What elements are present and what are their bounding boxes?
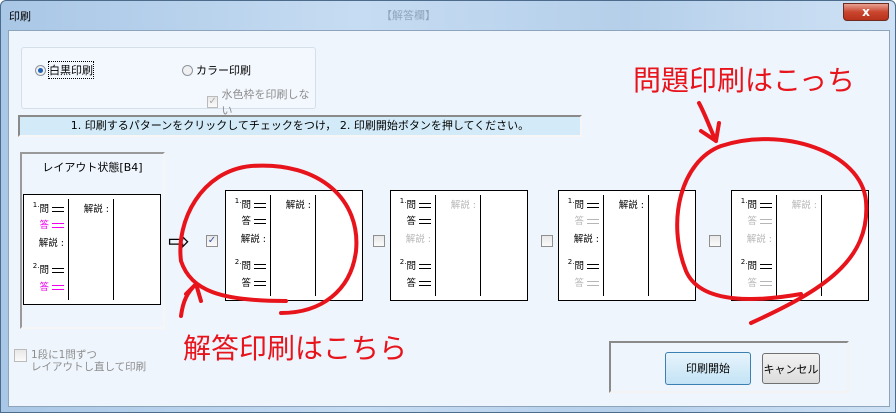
q1-answer: 答 [241, 213, 266, 227]
pattern-2-diagram[interactable]: 1.問答解説 :2.問答解説 : [390, 190, 528, 301]
q2-answer: 答 [406, 275, 431, 289]
mono-print-label: 白黒印刷 [48, 61, 94, 79]
q1-question: 1.問 [235, 197, 266, 211]
current-layout-title: レイアウト状態[B4] [42, 161, 143, 174]
radio-icon [182, 64, 193, 76]
color-print-label: カラー印刷 [196, 64, 251, 77]
q2-question: 2.問 [33, 262, 64, 276]
q2-question: 2.問 [568, 258, 599, 272]
relayout-label-2: レイアウトし直して印刷 [31, 361, 147, 373]
pattern-4-diagram[interactable]: 1.問答解説 :2.問答解説 : [731, 190, 869, 301]
explanation-column: 解説 : [618, 200, 644, 211]
arrow-right-icon: ⇨ [168, 227, 190, 257]
q2-answer: 答 [241, 275, 266, 289]
color-print-radio[interactable]: カラー印刷 [182, 62, 251, 78]
q2-answer: 答 [747, 275, 772, 289]
pattern-2-checkbox[interactable] [373, 235, 385, 247]
q2-answer: 答 [574, 275, 599, 289]
q1-explanation: 解説 : [573, 234, 599, 245]
q2-question: 2.問 [400, 258, 431, 272]
instruction-bar: 1. 印刷するパターンをクリックしてチェックをつけ， 2. 印刷開始ボタンを押し… [18, 115, 582, 137]
q1-question: 1.問 [568, 197, 599, 211]
q2-question: 2.問 [235, 258, 266, 272]
current-layout-panel: レイアウト状態[B4] 1.問答解説 :2.問答解説 : [20, 152, 165, 329]
explanation-column: 解説 : [450, 200, 476, 211]
current-layout-diagram: 1.問答解説 :2.問答解説 : [23, 194, 161, 305]
q1-question: 1.問 [33, 201, 64, 215]
radio-selected-icon [35, 64, 46, 76]
checkbox-icon [14, 349, 27, 362]
relayout-checkbox[interactable]: 1段に1問ずつ レイアウトし直して印刷 [14, 349, 146, 373]
explanation-column: 解説 : [285, 200, 311, 211]
no-frame-checkbox[interactable]: ✓ 水色枠を印刷しない [207, 86, 315, 118]
print-mode-group: 白黒印刷 カラー印刷 ✓ 水色枠を印刷しない [21, 47, 316, 117]
window-title: 印刷 [9, 10, 31, 23]
question-print-annotation: 問題印刷はこっち [633, 64, 856, 97]
pattern-1-diagram[interactable]: 1.問答解説 :2.問答解説 : [225, 190, 363, 301]
start-print-button[interactable]: 印刷開始 [665, 352, 751, 385]
q1-question: 1.問 [400, 197, 431, 211]
q1-answer: 答 [574, 213, 599, 227]
background-window-title: 【解答欄】 [381, 9, 436, 22]
q1-answer: 答 [747, 213, 772, 227]
checkmark-icon: ✓ [207, 96, 219, 108]
button-panel: 印刷開始 キャンセル [609, 341, 849, 393]
q1-explanation: 解説 : [38, 238, 64, 249]
q2-answer: 答 [39, 279, 64, 293]
no-frame-label: 水色枠を印刷しない [221, 88, 310, 117]
pattern-1-checkbox[interactable]: ✓ [206, 235, 218, 247]
close-button[interactable]: x [843, 3, 889, 21]
q1-explanation: 解説 : [746, 234, 772, 245]
pattern-3-diagram[interactable]: 1.問答解説 :2.問答解説 : [558, 190, 696, 301]
q1-answer: 答 [39, 217, 64, 231]
q1-answer: 答 [406, 213, 431, 227]
relayout-label-1: 1段に1問ずつ [31, 349, 97, 361]
q1-explanation: 解説 : [405, 234, 431, 245]
explanation-column: 解説 : [83, 204, 109, 215]
answer-print-annotation: 解答印刷はこちら [183, 332, 408, 365]
pattern-3-checkbox[interactable] [541, 235, 553, 247]
mono-print-radio[interactable]: 白黒印刷 [35, 61, 94, 79]
q2-question: 2.問 [741, 258, 772, 272]
q1-question: 1.問 [741, 197, 772, 211]
print-dialog: 印刷 【解答欄】 x 白黒印刷 カラー印刷 ✓ 水色枠を印刷しない 1. 印刷する… [0, 0, 896, 413]
q1-explanation: 解説 : [240, 234, 266, 245]
explanation-column: 解説 : [791, 200, 817, 211]
pattern-4-checkbox[interactable] [709, 235, 721, 247]
cancel-button[interactable]: キャンセル [762, 353, 820, 384]
